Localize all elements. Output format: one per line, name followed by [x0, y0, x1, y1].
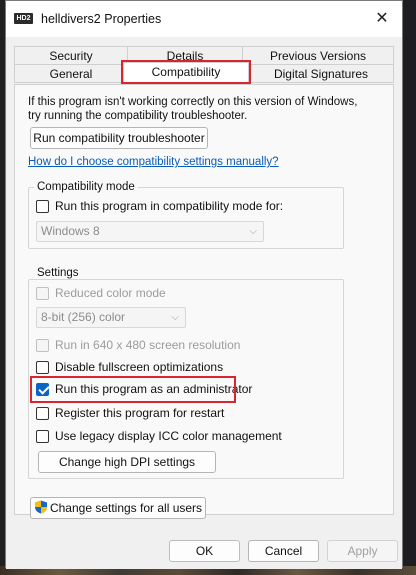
compat-mode-checkbox[interactable] — [36, 199, 49, 213]
compatibility-tab-highlight — [121, 60, 251, 84]
intro-text: If this program isn't working correctly … — [28, 95, 357, 123]
ok-button[interactable]: OK — [169, 540, 240, 562]
tab-previous-versions[interactable]: Previous Versions — [242, 46, 394, 65]
properties-dialog: HD2 helldivers2 Properties ✕ Security De… — [5, 0, 403, 569]
disable-fullscreen-row[interactable]: Disable fullscreen optimizations — [36, 359, 223, 375]
chevron-down-icon: ⌵ — [171, 312, 179, 323]
resolution-640-row: Run in 640 x 480 screen resolution — [36, 337, 240, 353]
uac-shield-icon — [34, 500, 47, 514]
manual-settings-link[interactable]: How do I choose compatibility settings m… — [28, 156, 279, 168]
window-title: helldivers2 Properties — [41, 12, 162, 26]
app-icon: HD2 — [14, 13, 33, 24]
title-bar: HD2 helldivers2 Properties ✕ — [6, 1, 402, 37]
tab-digital-signatures[interactable]: Digital Signatures — [248, 64, 394, 83]
resolution-640-label: Run in 640 x 480 screen resolution — [55, 338, 241, 352]
tab-security[interactable]: Security — [14, 46, 128, 65]
reduced-color-row: Reduced color mode — [36, 285, 166, 301]
legacy-icc-label: Use legacy display ICC color management — [55, 429, 282, 443]
register-restart-checkbox[interactable] — [36, 406, 49, 420]
compat-os-value: Windows 8 — [41, 224, 100, 238]
reduced-color-label: Reduced color mode — [55, 286, 166, 300]
change-all-users-label: Change settings for all users — [49, 501, 203, 515]
apply-button[interactable]: Apply — [327, 540, 398, 562]
intro-line-2: try running the compatibility troublesho… — [28, 110, 248, 122]
compat-os-select: Windows 8 ⌵ — [36, 221, 264, 242]
legacy-icc-checkbox[interactable] — [36, 429, 49, 443]
resolution-640-checkbox — [36, 338, 49, 352]
compat-mode-label: Compatibility mode — [34, 181, 138, 193]
change-high-dpi-button[interactable]: Change high DPI settings — [38, 451, 216, 473]
run-troubleshooter-button[interactable]: Run compatibility troubleshooter — [30, 127, 208, 149]
intro-line-1: If this program isn't working correctly … — [28, 96, 358, 108]
settings-label: Settings — [34, 267, 82, 279]
color-depth-value: 8-bit (256) color — [41, 310, 126, 324]
cancel-button[interactable]: Cancel — [248, 540, 319, 562]
run-as-admin-highlight — [30, 376, 236, 403]
compat-mode-row[interactable]: Run this program in compatibility mode f… — [36, 198, 283, 214]
disable-fullscreen-label: Disable fullscreen optimizations — [55, 360, 224, 374]
register-restart-row[interactable]: Register this program for restart — [36, 405, 224, 421]
tab-general[interactable]: General — [14, 64, 128, 83]
chevron-down-icon: ⌵ — [249, 226, 257, 237]
legacy-icc-row[interactable]: Use legacy display ICC color management — [36, 428, 282, 444]
change-all-users-button[interactable]: Change settings for all users — [30, 497, 206, 519]
background-right-edge — [403, 0, 416, 575]
color-depth-select: 8-bit (256) color ⌵ — [36, 307, 186, 328]
compat-mode-checkbox-label: Run this program in compatibility mode f… — [55, 199, 284, 213]
reduced-color-checkbox — [36, 286, 49, 300]
close-icon[interactable]: ✕ — [362, 1, 402, 37]
disable-fullscreen-checkbox[interactable] — [36, 360, 49, 374]
register-restart-label: Register this program for restart — [55, 406, 225, 420]
